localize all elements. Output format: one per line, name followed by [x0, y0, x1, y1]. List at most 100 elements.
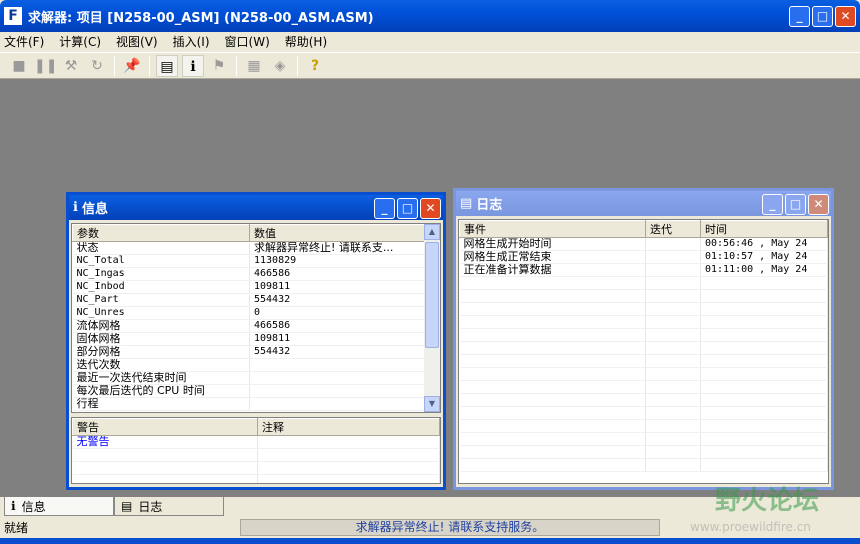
log-window-title: 日志	[476, 198, 503, 213]
scroll-up-button[interactable]: ▲	[424, 224, 440, 240]
table-row[interactable]	[459, 445, 828, 459]
info-window-titlebar[interactable]: ℹ 信息 _ □ ✕	[69, 195, 443, 220]
table-row[interactable]: 正在准备计算数据 01:11:00 , May 24	[459, 263, 828, 277]
grid-icon[interactable]: ▦	[243, 55, 265, 77]
table-row[interactable]	[459, 276, 828, 290]
close-button[interactable]: ✕	[808, 194, 829, 215]
stop-icon[interactable]: ■	[8, 55, 30, 77]
table-cell: 01:10:57 , May 24	[700, 250, 828, 264]
close-button[interactable]: ✕	[835, 6, 856, 27]
scroll-down-button[interactable]: ▼	[424, 396, 440, 412]
table-cell: NC_Total	[72, 254, 250, 268]
table-row[interactable]	[459, 328, 828, 342]
table-cell	[72, 474, 258, 483]
table-row[interactable]: NC_Inbod 109811	[72, 280, 426, 294]
column-header-event[interactable]: 事件	[459, 220, 646, 238]
column-header-time[interactable]: 时间	[700, 220, 828, 238]
info-icon[interactable]: ℹ	[182, 54, 204, 77]
flag-icon[interactable]: ⚑	[208, 55, 230, 77]
close-button[interactable]: ✕	[420, 198, 441, 219]
pin-icon[interactable]: 📌	[121, 55, 143, 77]
app-title: 求解器: 项目 [N258-00_ASM] (N258-00_ASM.ASM)	[28, 10, 374, 26]
table-row[interactable]: NC_Total 1130829	[72, 254, 426, 268]
log-icon[interactable]: ▤	[156, 54, 178, 77]
table-cell: NC_Part	[72, 293, 250, 307]
vertical-scrollbar[interactable]: ▲ ▼	[424, 224, 440, 412]
table-row[interactable]: 固体网格 109811	[72, 332, 426, 346]
tab-log[interactable]: ▤ 日志	[114, 497, 224, 516]
column-header-iteration[interactable]: 迭代	[645, 220, 701, 238]
table-row[interactable]: 行程	[72, 397, 426, 411]
menu-item[interactable]: 窗口(W)	[225, 33, 270, 50]
maximize-button[interactable]: □	[397, 198, 418, 219]
table-row[interactable]	[459, 315, 828, 329]
column-header-value[interactable]: 数值	[249, 224, 426, 242]
table-row[interactable]	[459, 341, 828, 355]
column-header-warning[interactable]: 警告	[72, 418, 258, 436]
table-row[interactable]	[72, 474, 440, 483]
table-row[interactable]	[459, 432, 828, 446]
table-cell	[700, 445, 828, 459]
table-row[interactable]	[459, 393, 828, 407]
table-row[interactable]	[459, 289, 828, 303]
table-row[interactable]	[459, 367, 828, 381]
log-window-titlebar[interactable]: ▤ 日志 _ □ ✕	[456, 191, 831, 216]
maximize-button[interactable]: □	[785, 194, 806, 215]
table-cell	[645, 393, 701, 407]
table-cell	[700, 367, 828, 381]
probe-icon[interactable]: ◈	[269, 55, 291, 77]
table-cell	[459, 380, 646, 394]
column-header-note[interactable]: 注释	[257, 418, 440, 436]
table-row[interactable]: 状态 求解器异常终止! 请联系支...	[72, 241, 426, 255]
toolbar-separator	[297, 55, 298, 76]
table-row[interactable]: 网格生成开始时间 00:56:46 , May 24	[459, 237, 828, 251]
table-cell	[645, 367, 701, 381]
table-row[interactable]: NC_Unres 0	[72, 306, 426, 320]
table-row[interactable]: 网格生成正常结束 01:10:57 , May 24	[459, 250, 828, 264]
table-cell	[700, 315, 828, 329]
table-cell	[645, 276, 701, 290]
table-cell: NC_Inbod	[72, 280, 250, 294]
table-cell	[645, 432, 701, 446]
table-row[interactable]: NC_Part 554432	[72, 293, 426, 307]
scroll-thumb[interactable]	[425, 242, 439, 348]
table-row[interactable]	[459, 458, 828, 472]
window-border	[0, 538, 860, 544]
table-cell	[459, 354, 646, 368]
table-row[interactable]: 无警告	[72, 435, 440, 449]
pause-icon[interactable]: ❚❚	[34, 55, 57, 77]
table-cell: 0	[249, 306, 426, 320]
table-row[interactable]: NC_Ingas 466586	[72, 267, 426, 281]
table-row[interactable]: 最近一次迭代结束时间	[72, 371, 426, 385]
hammer-icon[interactable]: ⚒	[60, 55, 82, 77]
column-header-param[interactable]: 参数	[72, 224, 250, 242]
table-row[interactable]	[459, 380, 828, 394]
table-row[interactable]	[459, 406, 828, 420]
table-row[interactable]: 迭代次数	[72, 358, 426, 372]
table-row[interactable]	[72, 461, 440, 475]
help-icon[interactable]: ?	[304, 55, 326, 77]
table-row[interactable]: 每次最后迭代的 CPU 时间	[72, 384, 426, 398]
maximize-button[interactable]: □	[812, 6, 833, 27]
log-table: 事件 迭代 时间 网格生成开始时间 00:56:46 , May 24 网格生成正常结束 0…	[458, 219, 829, 484]
tab-info[interactable]: ℹ 信息	[4, 497, 114, 516]
minimize-button[interactable]: _	[789, 6, 810, 27]
table-row[interactable]	[459, 354, 828, 368]
table-row[interactable]	[459, 302, 828, 316]
table-cell	[645, 250, 701, 264]
menu-item[interactable]: 计算(C)	[59, 33, 101, 50]
table-cell	[459, 328, 646, 342]
refresh-icon[interactable]: ↻	[86, 55, 108, 77]
minimize-button[interactable]: _	[374, 198, 395, 219]
menu-item[interactable]: 视图(V)	[116, 33, 158, 50]
menu-item[interactable]: 帮助(H)	[285, 33, 327, 50]
menu-item[interactable]: 插入(I)	[173, 33, 210, 50]
table-row[interactable]: 流体网格 466586	[72, 319, 426, 333]
table-cell: 无警告	[72, 435, 258, 449]
table-cell	[645, 341, 701, 355]
table-row[interactable]: 部分网格 554432	[72, 345, 426, 359]
table-row[interactable]	[459, 419, 828, 433]
minimize-button[interactable]: _	[762, 194, 783, 215]
table-row[interactable]	[72, 448, 440, 462]
menu-item[interactable]: 文件(F)	[4, 33, 44, 50]
